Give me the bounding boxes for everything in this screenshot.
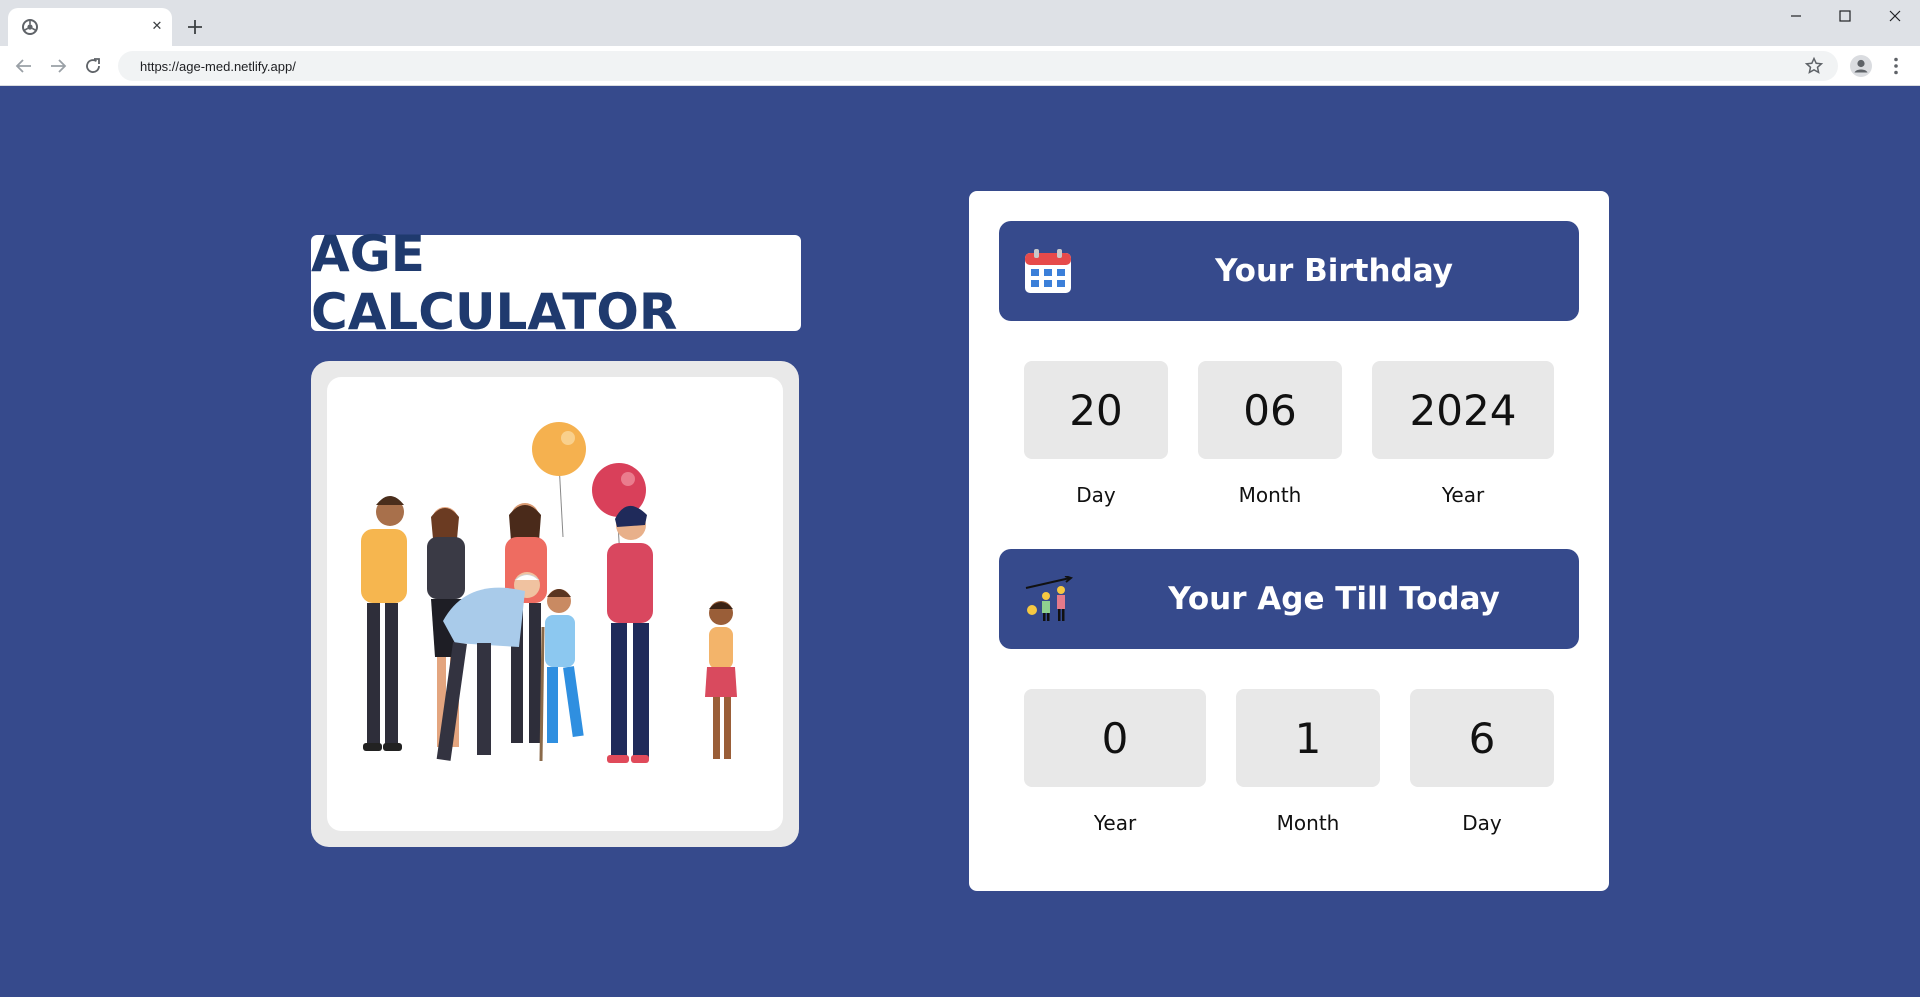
reload-icon[interactable] [81, 54, 105, 78]
new-tab-icon[interactable] [184, 16, 206, 38]
birthday-month-value[interactable]: 06 [1198, 361, 1342, 459]
age-day-label: Day [1462, 811, 1502, 835]
birthday-month-label: Month [1238, 483, 1302, 507]
forward-icon[interactable] [46, 54, 70, 78]
birthday-year-value[interactable]: 2024 [1372, 361, 1554, 459]
age-header-title: Your Age Till Today [1168, 581, 1500, 617]
age-year-value: 0 [1024, 689, 1206, 787]
browser-tabstrip: ✕ [0, 0, 1920, 46]
calendar-icon [1025, 249, 1071, 293]
profile-icon[interactable] [1849, 54, 1873, 78]
page-title: AGE CALCULATOR [311, 225, 678, 341]
birthday-year-label: Year [1441, 483, 1485, 507]
illustration-card [311, 361, 799, 847]
page-background: AGE CALCULATOR Your Birthday 20 06 2024 … [0, 86, 1920, 997]
calculator-card: Your Birthday 20 06 2024 Day Month Year [969, 191, 1609, 891]
browser-toolbar: https://age-med.netlify.app/ [0, 46, 1920, 86]
family-group-illustration [361, 422, 737, 763]
browser-tab[interactable]: ✕ [8, 8, 172, 46]
maximize-icon[interactable] [1822, 4, 1868, 34]
chrome-icon [22, 19, 38, 35]
birthday-day-label: Day [1076, 483, 1116, 507]
address-bar[interactable]: https://age-med.netlify.app/ [118, 51, 1838, 81]
illustration-frame [327, 377, 783, 831]
birthday-header-title: Your Birthday [1215, 253, 1453, 289]
age-month-value: 1 [1236, 689, 1380, 787]
url-text: https://age-med.netlify.app/ [140, 59, 296, 74]
minimize-icon[interactable] [1773, 4, 1819, 34]
tab-close-icon[interactable]: ✕ [148, 18, 166, 36]
title-card: AGE CALCULATOR [311, 225, 801, 341]
kebab-menu-icon[interactable] [1884, 54, 1908, 78]
close-window-icon[interactable] [1872, 4, 1918, 34]
age-year-label: Year [1093, 811, 1137, 835]
family-height-icon [1025, 576, 1073, 621]
age-month-label: Month [1276, 811, 1340, 835]
bookmark-star-icon[interactable] [1804, 56, 1824, 76]
birthday-header: Your Birthday [999, 221, 1579, 321]
birthday-day-value[interactable]: 20 [1024, 361, 1168, 459]
age-header: Your Age Till Today [999, 549, 1579, 649]
age-day-value: 6 [1410, 689, 1554, 787]
back-icon[interactable] [12, 54, 36, 78]
